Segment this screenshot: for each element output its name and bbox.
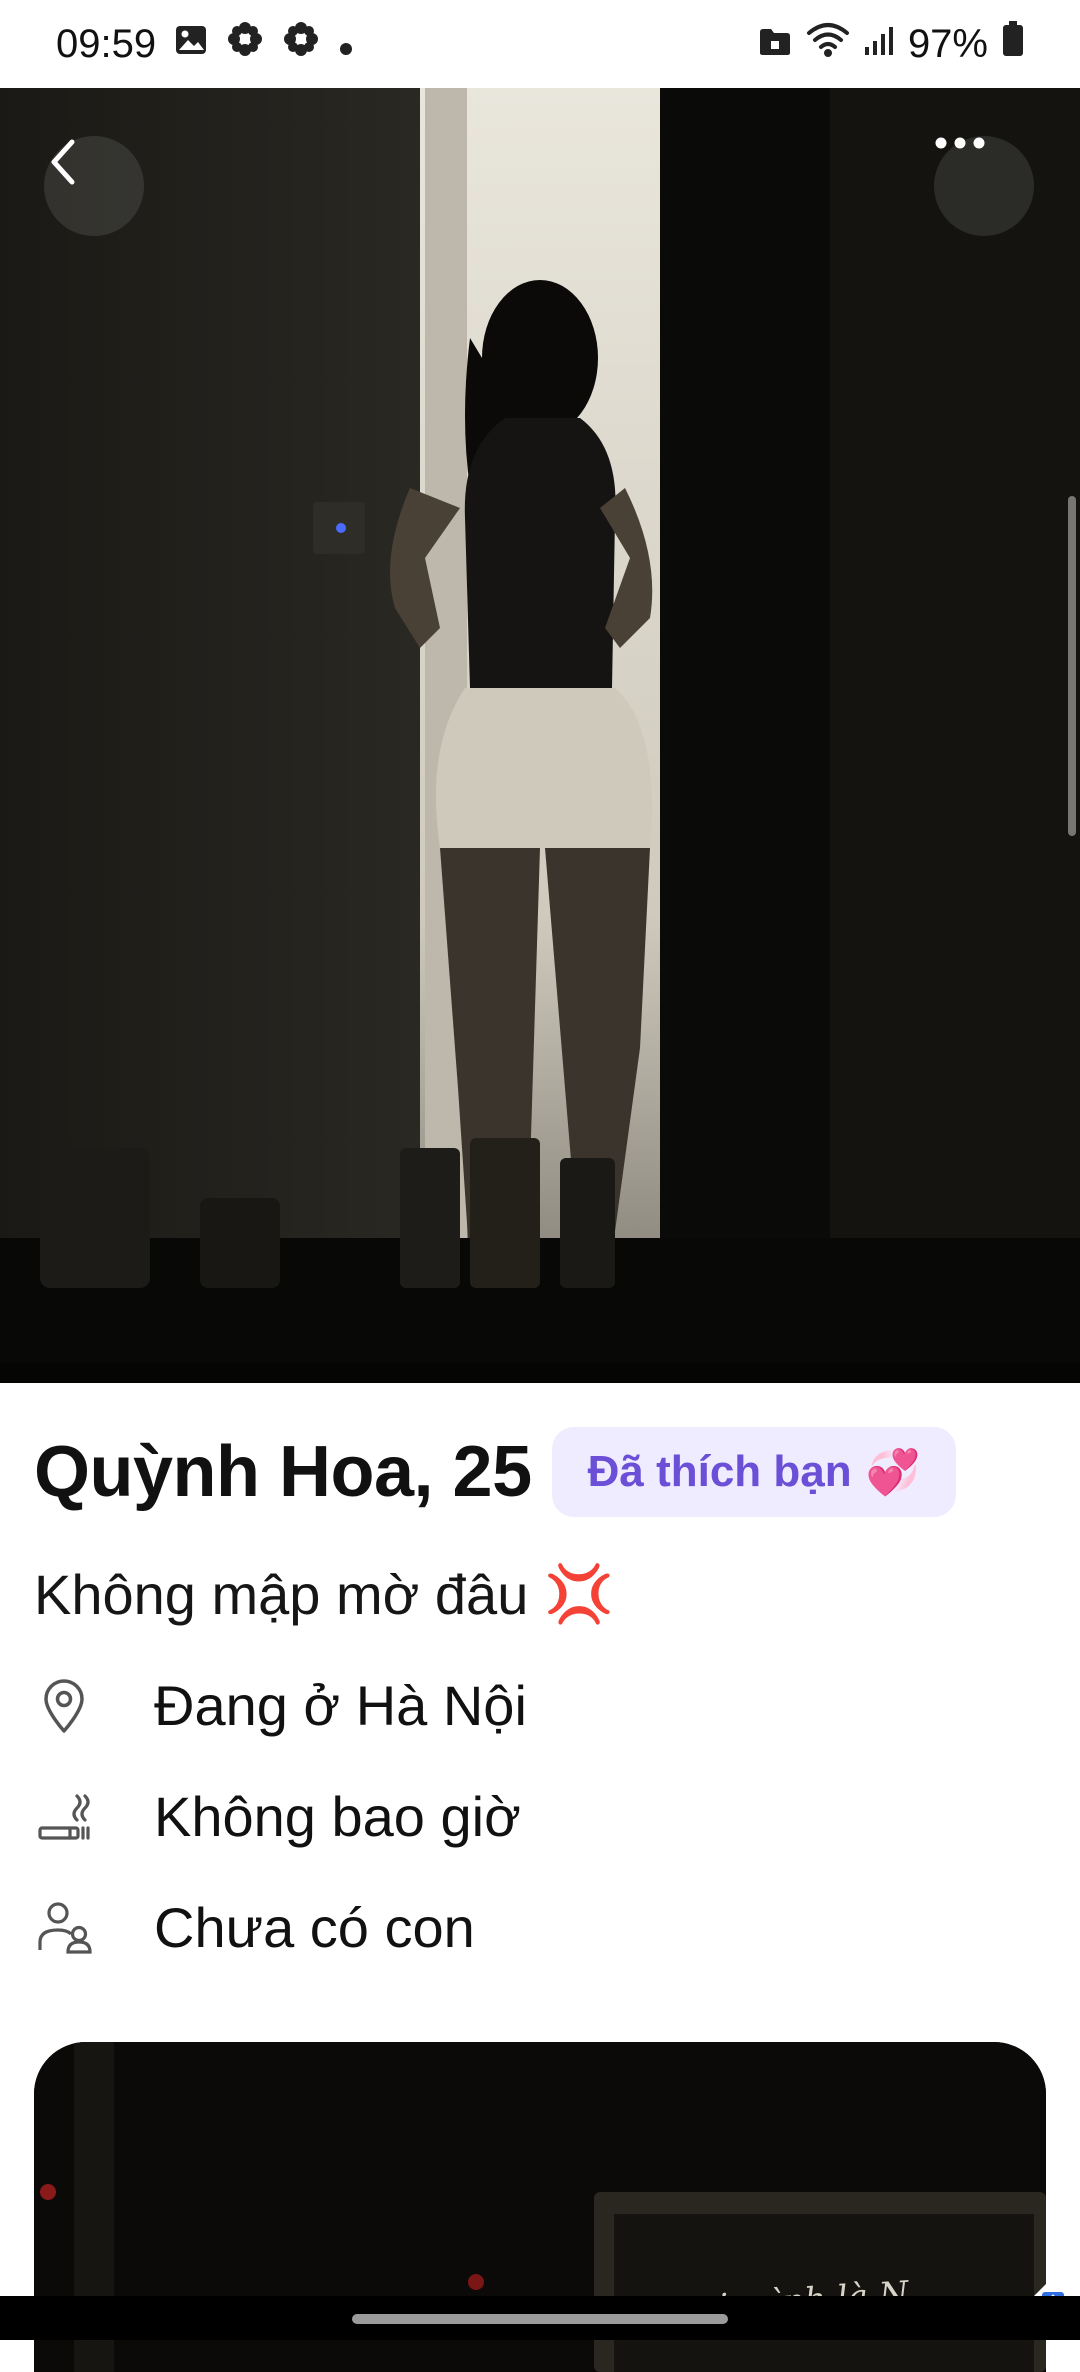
detail-children: Chưa có con <box>34 1895 475 1960</box>
detail-smoking-text: Không bao giờ <box>154 1785 521 1848</box>
system-navigation-bar <box>0 2296 1080 2340</box>
lock-folder-icon <box>758 22 792 67</box>
dot-icon <box>338 22 354 67</box>
detail-location: Đang ở Hà Nội <box>34 1673 527 1738</box>
more-options-button[interactable] <box>934 136 1034 236</box>
profile-photo[interactable] <box>0 88 1080 1383</box>
flower-icon <box>226 20 264 68</box>
location-pin-icon <box>34 1676 94 1736</box>
anger-emoji: 💢 <box>544 1562 615 1625</box>
status-bar: 09:59 97% <box>0 0 1080 88</box>
battery-icon <box>1002 21 1024 67</box>
liked-you-badge: Đã thích bạn 💞 <box>551 1427 957 1517</box>
detail-children-text: Chưa có con <box>154 1896 475 1959</box>
detail-smoking: Không bao giờ <box>34 1784 521 1849</box>
profile-name-age: Quỳnh Hoa, 25 <box>34 1432 532 1512</box>
flower-icon <box>282 20 320 68</box>
signal-icon <box>864 22 894 67</box>
liked-badge-label: Đã thích bạn <box>587 1447 852 1496</box>
image-icon <box>174 22 208 67</box>
profile-bio: Không mập mờ đâu 💢 <box>34 1561 614 1627</box>
photo-scroll-indicator <box>1068 496 1076 836</box>
name-row: Quỳnh Hoa, 25 Đã thích bạn 💞 <box>34 1427 957 1517</box>
status-time: 09:59 <box>56 21 157 66</box>
wifi-icon <box>806 21 850 67</box>
children-icon <box>34 1898 94 1958</box>
hearts-emoji: 💞 <box>865 1448 921 1497</box>
bio-text: Không mập mờ đâu <box>34 1562 529 1626</box>
back-button[interactable] <box>44 136 144 236</box>
battery-percent: 97% <box>907 21 988 66</box>
smoking-icon <box>34 1787 94 1847</box>
photo-illustration <box>0 88 1080 1383</box>
home-gesture-handle[interactable] <box>352 2314 728 2324</box>
detail-location-text: Đang ở Hà Nội <box>154 1674 527 1737</box>
